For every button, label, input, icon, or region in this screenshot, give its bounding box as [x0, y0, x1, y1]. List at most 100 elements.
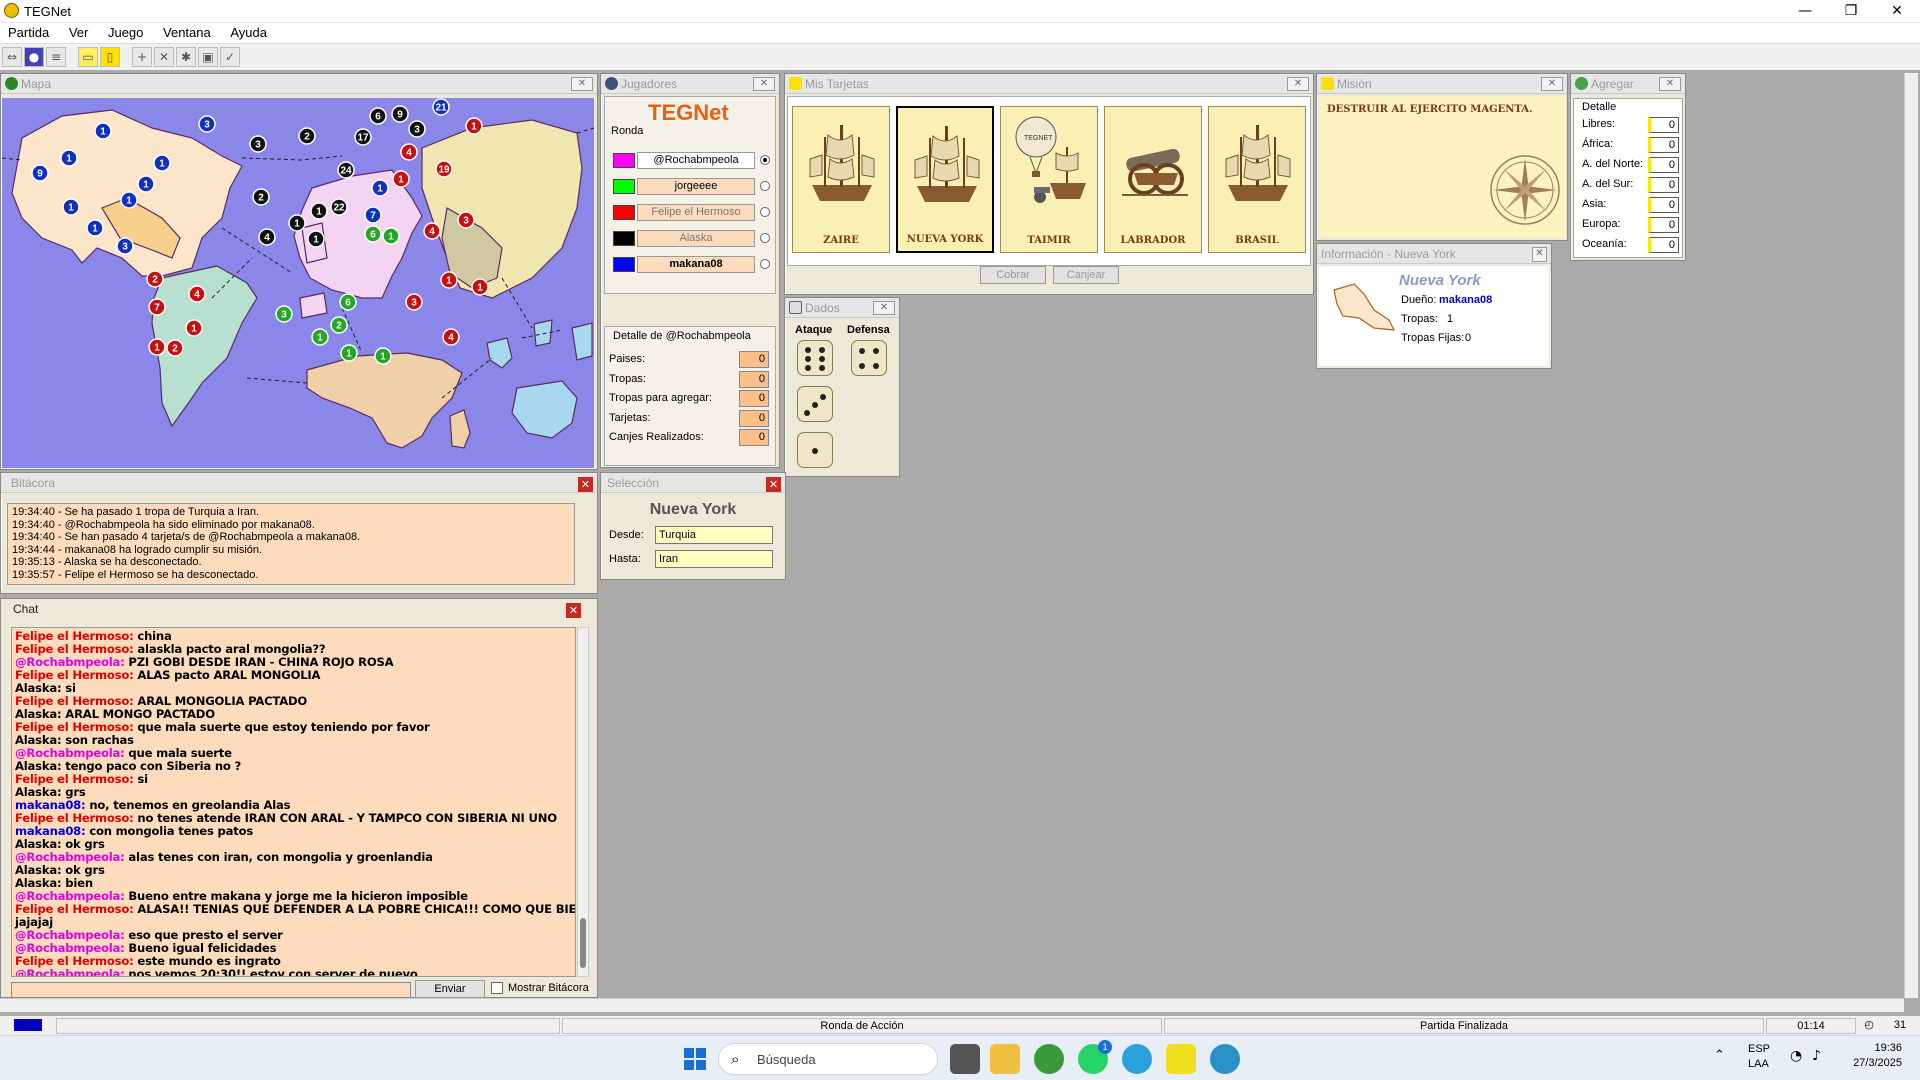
menu-partida[interactable]: Partida [0, 23, 57, 40]
connect-icon[interactable]: ⇔ [2, 47, 22, 67]
player-color-swatch [613, 153, 635, 168]
tegnet-taskbar-icon[interactable] [1166, 1044, 1196, 1074]
add-troops-icon[interactable]: + [132, 47, 152, 67]
agregar-row-value[interactable]: 0 [1648, 177, 1679, 193]
clock-time[interactable]: 19:36 [1852, 1042, 1902, 1054]
desde-field[interactable]: Turquia [655, 526, 773, 544]
menu-ver[interactable]: Ver [61, 23, 97, 40]
file-explorer-icon[interactable] [990, 1044, 1020, 1074]
clock-date[interactable]: 27/3/2025 [1840, 1057, 1902, 1069]
africa-region[interactable] [306, 352, 463, 449]
menu-ventana[interactable]: Ventana [155, 23, 219, 40]
player-row[interactable]: makana08 [609, 255, 770, 273]
agregar-row-value[interactable]: 0 [1648, 217, 1679, 233]
army-count: 6 [345, 298, 351, 309]
mission-close-button[interactable]: ✕ [1541, 77, 1563, 91]
attack-die-3 [797, 432, 833, 468]
country-card[interactable]: NUEVA YORK [896, 106, 994, 253]
lang-secondary[interactable]: LAA [1748, 1058, 1769, 1070]
start-button[interactable] [680, 1044, 710, 1074]
owner-label: Dueño: [1401, 294, 1437, 306]
country-card[interactable]: TEGNET TAIMIR [1000, 106, 1098, 253]
gear-icon[interactable]: ✱ [176, 47, 196, 67]
australia-country[interactable] [511, 380, 578, 439]
volume-icon[interactable]: ♪ [1812, 1048, 1821, 1064]
country-card[interactable]: ZAIRE [792, 106, 890, 253]
cards-stack-icon[interactable]: ▣ [198, 47, 218, 67]
menu-ayuda[interactable]: Ayuda [222, 23, 275, 40]
army-count: 3 [463, 216, 469, 227]
list-icon[interactable]: ≡ [46, 47, 66, 67]
sumatra-country[interactable] [486, 337, 513, 369]
madagascar-country[interactable] [449, 409, 471, 449]
task-view-icon[interactable] [950, 1044, 980, 1074]
minimize-button[interactable]: — [1782, 0, 1828, 22]
close-window-button[interactable]: ✕ [1874, 0, 1920, 22]
player-radio[interactable] [760, 259, 770, 269]
check-icon[interactable]: ✓ [220, 47, 240, 67]
chevron-up-icon[interactable]: ⌃ [1714, 1048, 1725, 1063]
taskbar-search[interactable]: ⌕ Búsqueda [718, 1043, 938, 1075]
world-map-svg[interactable]: 1391 11111332241112224176 93211419143176 12… [2, 98, 594, 468]
hasta-field[interactable]: Iran [655, 550, 773, 568]
log-close-button[interactable]: ✕ [578, 477, 593, 492]
selection-close-button[interactable]: ✕ [766, 477, 781, 492]
browser-icon[interactable] [1210, 1044, 1240, 1074]
country-card[interactable]: BRASIL [1208, 106, 1306, 253]
canjear-button[interactable]: Canjear [1053, 266, 1119, 284]
agregar-close-button[interactable]: ✕ [1659, 77, 1681, 91]
whatsapp-icon[interactable]: 1 [1078, 1040, 1112, 1074]
log-text[interactable]: 19:34:40 - Se ha pasado 1 tropa de Turqu… [7, 503, 575, 585]
card-icon[interactable]: ▯ [100, 47, 120, 67]
maximize-button[interactable]: ❐ [1828, 0, 1874, 22]
players-close-button[interactable]: ✕ [753, 77, 775, 91]
player-row[interactable]: Alaska [609, 229, 770, 247]
map-close-button[interactable]: ✕ [571, 77, 593, 91]
dice-panel-header: Dados ✕ [785, 298, 899, 318]
player-detail-box: Detalle de @Rochabmpeola Paises: 0 Tropas:… [604, 326, 776, 466]
world-map[interactable]: 1 3 9 1 1 1 1 1 1 3 3 2 2 4 1 1 1 22 24 17 6 9 3 21 1 4 19 1 4 3 1 7 6 1 2… [2, 98, 594, 468]
main-horizontal-scrollbar[interactable] [0, 998, 1904, 1012]
chat-text: grs [65, 785, 86, 799]
agregar-row-value[interactable]: 0 [1648, 197, 1679, 213]
wifi-icon[interactable]: ◔ [1790, 1048, 1802, 1064]
agregar-panel-title: Agregar [1591, 77, 1634, 91]
lang-primary[interactable]: ESP [1748, 1043, 1770, 1055]
menu-juego[interactable]: Juego [100, 23, 151, 40]
iceland-country[interactable] [299, 292, 328, 319]
globe-icon[interactable]: ● [24, 47, 44, 67]
agregar-row-value[interactable]: 0 [1648, 237, 1679, 253]
player-radio[interactable] [760, 181, 770, 191]
agregar-row-value[interactable]: 0 [1648, 117, 1679, 133]
player-radio[interactable] [760, 233, 770, 243]
chrome-icon[interactable] [1034, 1044, 1064, 1074]
cobrar-button[interactable]: Cobrar [980, 266, 1046, 284]
player-row[interactable]: @Rochabmpeola [609, 151, 770, 169]
chat-scrollbar[interactable] [577, 627, 589, 977]
asia-region[interactable] [421, 119, 583, 299]
player-radio[interactable] [760, 207, 770, 217]
main-vertical-scrollbar[interactable] [1904, 73, 1918, 998]
borneo-country[interactable] [533, 319, 553, 347]
chat-close-button[interactable]: ✕ [566, 603, 581, 618]
player-row[interactable]: Felipe el Hermoso [609, 203, 770, 221]
chat-scroll-thumb[interactable] [580, 918, 586, 968]
dice-close-button[interactable]: ✕ [873, 301, 895, 315]
telegram-icon[interactable] [1122, 1044, 1152, 1074]
show-log-checkbox[interactable] [491, 982, 503, 994]
player-row[interactable]: jorgeeee [609, 177, 770, 195]
cards-close-button[interactable]: ✕ [1287, 77, 1309, 91]
chat-input[interactable] [11, 982, 411, 998]
mission-icon[interactable]: ▭ [78, 47, 98, 67]
selection-panel-header: Selección ✕ [601, 473, 785, 493]
info-close-button[interactable]: ✕ [1532, 247, 1547, 262]
agregar-row-value[interactable]: 0 [1648, 157, 1679, 173]
agregar-row-value[interactable]: 0 [1648, 137, 1679, 153]
send-button[interactable]: Enviar [415, 980, 485, 998]
java-country[interactable] [571, 322, 593, 361]
chat-log[interactable]: Felipe el Hermoso: china Felipe el Hermos… [11, 627, 576, 977]
attack-icon[interactable]: ✕ [154, 47, 174, 67]
country-card[interactable]: LABRADOR [1104, 106, 1202, 253]
player-radio[interactable] [760, 155, 770, 165]
info-panel-title: Información - Nueva York [1321, 247, 1456, 261]
